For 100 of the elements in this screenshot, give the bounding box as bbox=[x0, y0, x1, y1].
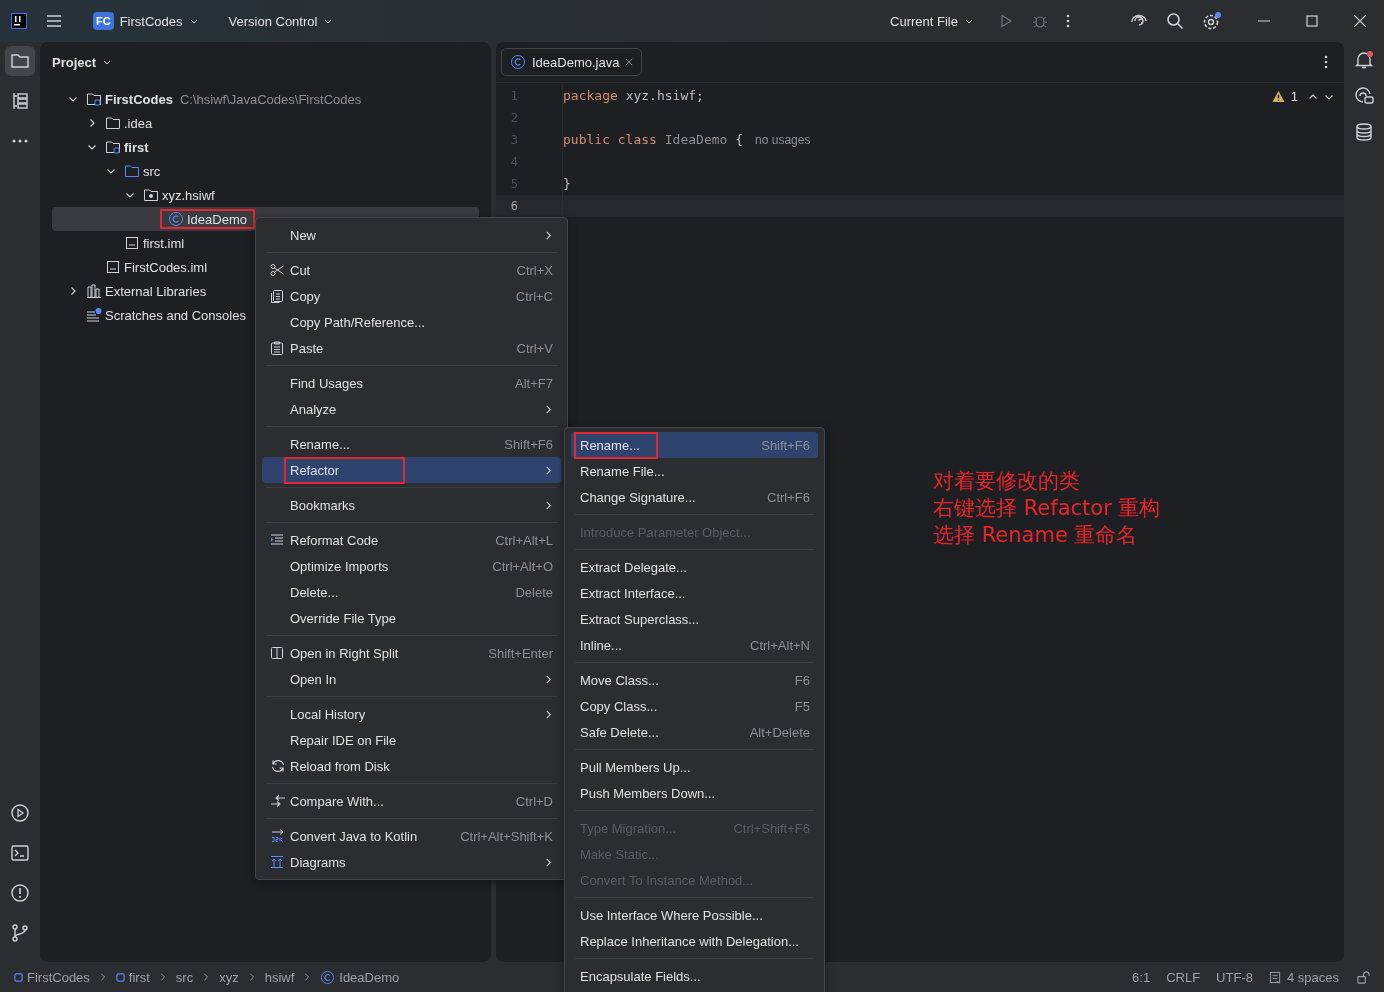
breadcrumb[interactable]: IdeaDemo bbox=[339, 969, 400, 985]
code-text: } bbox=[563, 176, 571, 191]
terminal-icon bbox=[10, 843, 30, 863]
search-icon[interactable] bbox=[1166, 12, 1184, 30]
tree-item-label[interactable]: Scratches and Consoles bbox=[105, 307, 246, 323]
project-switcher[interactable]: FC FirstCodes bbox=[87, 8, 205, 34]
tree-item-label[interactable]: src bbox=[143, 163, 161, 179]
menu-item[interactable]: Cut Ctrl+X bbox=[262, 257, 561, 283]
warning-count: 1 bbox=[1290, 89, 1298, 104]
menu-item[interactable]: Use Interface Where Possible... bbox=[571, 902, 818, 928]
menu-item[interactable]: Override File Type bbox=[262, 605, 561, 631]
menu-item[interactable]: Safe Delete... Alt+Delete bbox=[571, 719, 818, 745]
menu-icon[interactable] bbox=[45, 12, 63, 30]
bell-icon[interactable] bbox=[1354, 50, 1374, 70]
keyboard-shortcut: F5 bbox=[794, 698, 810, 714]
menu-item[interactable]: Pull Members Up... bbox=[571, 754, 818, 780]
menu-item[interactable]: Move Class... F6 bbox=[571, 667, 818, 693]
menu-item[interactable]: Reformat Code Ctrl+Alt+L bbox=[262, 527, 561, 553]
menu-item[interactable]: Push Members Down... bbox=[571, 780, 818, 806]
module-folder-icon bbox=[86, 91, 102, 107]
menu-item[interactable]: Change Signature... Ctrl+F6 bbox=[571, 484, 818, 510]
class-icon bbox=[510, 54, 526, 70]
close-icon[interactable] bbox=[1354, 15, 1366, 27]
inlay-hint: no usages bbox=[755, 133, 811, 147]
menu-item[interactable]: Copy Ctrl+C bbox=[262, 283, 561, 309]
menu-item[interactable]: Copy Class... F5 bbox=[571, 693, 818, 719]
menu-item[interactable]: Rename File... bbox=[571, 458, 818, 484]
menu-item[interactable]: Find Usages Alt+F7 bbox=[262, 370, 561, 396]
menu-item[interactable]: New bbox=[262, 222, 561, 248]
tree-item-label[interactable]: xyz.hsiwf bbox=[162, 187, 215, 203]
menu-item[interactable]: Repair IDE on File bbox=[262, 727, 561, 753]
menu-item[interactable]: Encapsulate Fields... bbox=[571, 963, 818, 989]
menu-item[interactable]: Refactor bbox=[262, 457, 561, 483]
maximize-icon[interactable] bbox=[1306, 15, 1318, 27]
menu-item[interactable]: Copy Path/Reference... bbox=[262, 309, 561, 335]
tree-item-label[interactable]: first.iml bbox=[143, 235, 185, 251]
file-icon bbox=[124, 235, 140, 251]
caret-position[interactable]: 6:1 bbox=[1132, 969, 1151, 985]
copy-icon bbox=[270, 289, 284, 303]
app-logo-icon[interactable] bbox=[11, 13, 27, 29]
warning-icon[interactable] bbox=[1271, 90, 1285, 103]
indent-icon bbox=[1268, 970, 1282, 984]
run-icon[interactable] bbox=[998, 13, 1014, 29]
menu-item[interactable]: Rename... Shift+F6 bbox=[262, 431, 561, 457]
menu-item[interactable]: Diagrams bbox=[262, 849, 561, 875]
more-options-icon[interactable] bbox=[1066, 13, 1070, 29]
unlock-icon[interactable] bbox=[1357, 970, 1370, 984]
menu-item[interactable]: Convert Java to Kotlin Ctrl+Alt+Shift+K bbox=[262, 823, 561, 849]
tree-item-label[interactable]: first bbox=[124, 139, 149, 155]
run-configuration-selector[interactable]: Current File bbox=[884, 9, 980, 33]
menu-item[interactable]: Replace Inheritance with Delegation... bbox=[571, 928, 818, 954]
breadcrumb[interactable]: xyz bbox=[219, 969, 239, 985]
menu-item[interactable]: Extract Delegate... bbox=[571, 554, 818, 580]
menu-item[interactable]: Local History bbox=[262, 701, 561, 727]
line-separator[interactable]: CRLF bbox=[1166, 969, 1201, 985]
menu-item[interactable]: Delete... Delete bbox=[262, 579, 561, 605]
menu-item[interactable]: Inline... Ctrl+Alt+N bbox=[571, 632, 818, 658]
close-icon[interactable] bbox=[625, 58, 634, 66]
chevron-right-icon bbox=[303, 973, 312, 981]
editor-tab[interactable]: IdeaDemo.java bbox=[501, 48, 643, 76]
menu-item[interactable]: Open in Right Split Shift+Enter bbox=[262, 640, 561, 666]
keyboard-shortcut: Ctrl+Alt+L bbox=[495, 532, 553, 548]
tree-item-label[interactable]: .idea bbox=[124, 115, 153, 131]
breadcrumb[interactable]: FirstCodes bbox=[27, 969, 90, 985]
breadcrumb[interactable]: first bbox=[128, 969, 150, 985]
tool-window-button[interactable] bbox=[5, 46, 35, 76]
indent-setting[interactable]: 4 spaces bbox=[1286, 969, 1339, 985]
breadcrumb[interactable]: hsiwf bbox=[264, 969, 295, 985]
module-folder-icon bbox=[105, 139, 121, 155]
breadcrumb[interactable]: src bbox=[175, 969, 194, 985]
menu-item[interactable]: Reload from Disk bbox=[262, 753, 561, 779]
version-control-menu[interactable]: Version Control bbox=[222, 9, 340, 33]
menu-item[interactable]: Compare With... Ctrl+D bbox=[262, 788, 561, 814]
database-icon[interactable] bbox=[1354, 122, 1374, 142]
menu-item[interactable]: Analyze bbox=[262, 396, 561, 422]
split-view-icon bbox=[270, 646, 284, 660]
tree-item-label[interactable]: IdeaDemo bbox=[187, 211, 247, 227]
diagram-icon bbox=[270, 855, 284, 869]
menu-item[interactable]: Rename... Shift+F6 bbox=[571, 432, 818, 458]
bug-icon[interactable] bbox=[1032, 13, 1048, 29]
keyboard-shortcut: Ctrl+Alt+N bbox=[750, 637, 810, 653]
panel-title[interactable]: Project bbox=[46, 50, 119, 74]
menu-item[interactable]: Optimize Imports Ctrl+Alt+O bbox=[262, 553, 561, 579]
reload-icon bbox=[270, 758, 286, 774]
menu-item[interactable]: Bookmarks bbox=[262, 492, 561, 518]
reformat-icon bbox=[270, 533, 284, 547]
file-encoding[interactable]: UTF-8 bbox=[1216, 969, 1253, 985]
tree-item-label[interactable]: External Libraries bbox=[105, 283, 207, 299]
menu-item[interactable]: Extract Superclass... bbox=[571, 606, 818, 632]
keyboard-shortcut: Ctrl+C bbox=[515, 288, 553, 304]
tree-item-label[interactable]: FirstCodes bbox=[105, 91, 173, 107]
chat-icon[interactable] bbox=[1354, 86, 1374, 106]
settings-icon[interactable] bbox=[1202, 11, 1222, 31]
tree-item-label[interactable]: FirstCodes.iml bbox=[124, 259, 208, 275]
more-options-icon[interactable] bbox=[1324, 54, 1328, 70]
source-folder-icon bbox=[124, 163, 140, 179]
library-icon bbox=[86, 283, 102, 299]
menu-item[interactable]: Paste Ctrl+V bbox=[262, 335, 561, 361]
menu-item[interactable]: Open In bbox=[262, 666, 561, 692]
menu-item[interactable]: Extract Interface... bbox=[571, 580, 818, 606]
